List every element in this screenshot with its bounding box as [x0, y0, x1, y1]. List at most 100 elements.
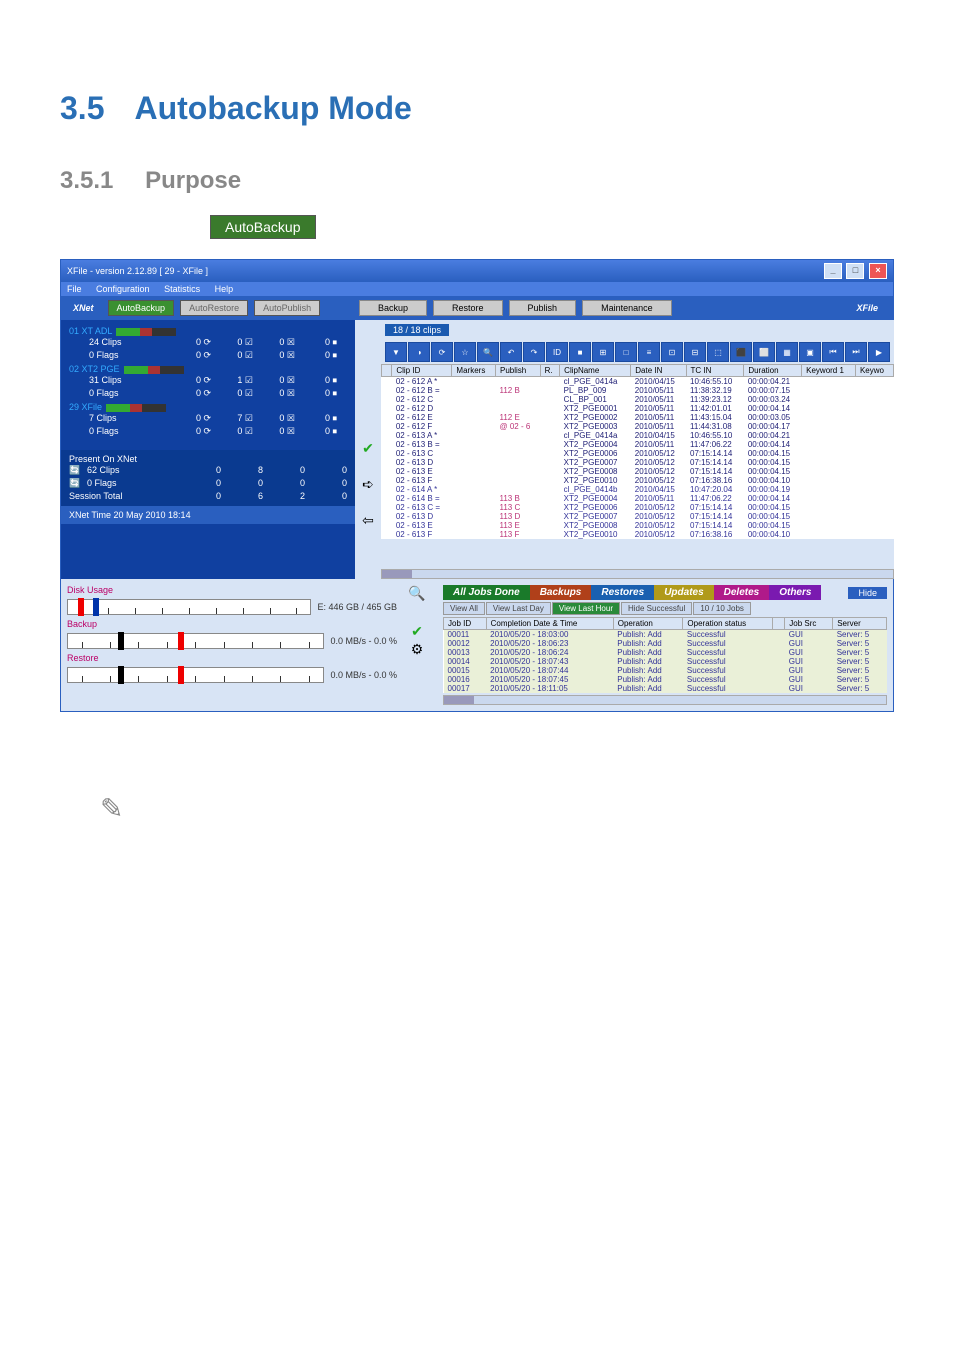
- job-col[interactable]: Operation status: [683, 618, 773, 630]
- filter-hide-success[interactable]: Hide Successful: [621, 602, 692, 615]
- job-row[interactable]: 000162010/05/20 - 18:07:45Publish: AddSu…: [444, 675, 887, 684]
- clip-row[interactable]: 02 - 612 A *cl_PGE_0414a2010/04/1510:46:…: [382, 377, 894, 387]
- clip-row[interactable]: 02 - 612 DXT2_PGE00012010/05/1111:42:01.…: [382, 404, 894, 413]
- tab-maintenance[interactable]: Maintenance: [582, 300, 672, 316]
- tab-autorestore[interactable]: AutoRestore: [180, 300, 248, 316]
- clip-row[interactable]: 02 - 613 DXT2_PGE00072010/05/1207:15:14.…: [382, 458, 894, 467]
- job-col[interactable]: Server: [833, 618, 887, 630]
- menu-help[interactable]: Help: [215, 284, 234, 294]
- clip-col[interactable]: Duration: [744, 365, 802, 377]
- tab-updates[interactable]: Updates: [654, 585, 713, 600]
- clip-row[interactable]: 02 - 614 B =113 BXT2_PGE00042010/05/1111…: [382, 494, 894, 503]
- job-row[interactable]: 000152010/05/20 - 18:07:44Publish: AddSu…: [444, 666, 887, 675]
- clip-col[interactable]: Markers: [452, 365, 496, 377]
- toolbar-icon[interactable]: ▼: [385, 342, 407, 362]
- menu-file[interactable]: File: [67, 284, 82, 294]
- job-col[interactable]: Operation: [613, 618, 683, 630]
- tab-restores[interactable]: Restores: [591, 585, 654, 600]
- clip-col[interactable]: TC IN: [686, 365, 744, 377]
- minimize-icon[interactable]: _: [824, 263, 842, 279]
- menu-statistics[interactable]: Statistics: [164, 284, 200, 294]
- clip-row[interactable]: 02 - 612 F@ 02 - 6XT2_PGE00032010/05/111…: [382, 422, 894, 431]
- clip-row[interactable]: 02 - 613 CXT2_PGE00062010/05/1207:15:14.…: [382, 449, 894, 458]
- toolbar-icon[interactable]: ■: [569, 342, 591, 362]
- toolbar-icon[interactable]: ↶: [500, 342, 522, 362]
- tab-backup[interactable]: Backup: [359, 300, 427, 316]
- jobs-scrollbar[interactable]: [443, 695, 887, 705]
- clip-row[interactable]: 02 - 612 CCL_BP_0012010/05/1111:39:23.12…: [382, 395, 894, 404]
- toolbar-icon[interactable]: ☆: [454, 342, 476, 362]
- clip-row[interactable]: 02 - 614 A *cl_PGE_0414b2010/04/1510:47:…: [382, 485, 894, 494]
- clip-row[interactable]: 02 - 613 A *cl_PGE_0414a2010/04/1510:46:…: [382, 431, 894, 440]
- job-row[interactable]: 000142010/05/20 - 18:07:43Publish: AddSu…: [444, 657, 887, 666]
- toolbar-icon[interactable]: ⬜: [753, 342, 775, 362]
- tab-others[interactable]: Others: [769, 585, 821, 600]
- clip-row[interactable]: 02 - 613 FXT2_PGE00102010/05/1207:16:38.…: [382, 476, 894, 485]
- clip-row[interactable]: 02 - 613 B =XT2_PGE00042010/05/1111:47:0…: [382, 440, 894, 449]
- server-node[interactable]: 01 XT ADL: [69, 326, 347, 336]
- clip-col[interactable]: Publish: [496, 365, 541, 377]
- filter-last-day[interactable]: View Last Day: [486, 602, 551, 615]
- toolbar-icon[interactable]: ↷: [523, 342, 545, 362]
- job-row[interactable]: 000112010/05/20 - 18:03:00Publish: AddSu…: [444, 630, 887, 640]
- filter-view-all[interactable]: View All: [443, 602, 485, 615]
- toolbar-icon[interactable]: ⏭: [845, 342, 867, 362]
- job-col[interactable]: Job ID: [444, 618, 487, 630]
- maximize-icon[interactable]: □: [846, 263, 864, 279]
- gear-icon[interactable]: ⚙: [407, 641, 427, 659]
- job-row[interactable]: 000132010/05/20 - 18:06:24Publish: AddSu…: [444, 648, 887, 657]
- tab-deletes[interactable]: Deletes: [714, 585, 770, 600]
- arrow-left-icon[interactable]: ⇦: [358, 512, 378, 530]
- titlebar[interactable]: XFile - version 2.12.89 [ 29 - XFile ] _…: [61, 260, 893, 282]
- clip-col[interactable]: [382, 365, 392, 377]
- clip-row[interactable]: 02 - 612 E112 EXT2_PGE00022010/05/1111:4…: [382, 413, 894, 422]
- job-row[interactable]: 000122010/05/20 - 18:06:23Publish: AddSu…: [444, 639, 887, 648]
- clip-row[interactable]: 02 - 613 EXT2_PGE00082010/05/1207:15:14.…: [382, 467, 894, 476]
- server-node[interactable]: 02 XT2 PGE: [69, 364, 347, 374]
- clip-row[interactable]: 02 - 613 F113 FXT2_PGE00102010/05/1207:1…: [382, 530, 894, 539]
- filter-last-hour[interactable]: View Last Hour: [552, 602, 620, 615]
- clip-col[interactable]: Date IN: [631, 365, 686, 377]
- toolbar-icon[interactable]: ▶: [868, 342, 890, 362]
- tab-publish[interactable]: Publish: [509, 300, 577, 316]
- toolbar-icon[interactable]: ▦: [776, 342, 798, 362]
- job-col[interactable]: Job Src: [785, 618, 833, 630]
- clip-col[interactable]: Keywo: [855, 365, 893, 377]
- clip-row[interactable]: 02 - 613 D113 DXT2_PGE00072010/05/1207:1…: [382, 512, 894, 521]
- close-icon[interactable]: ×: [869, 263, 887, 279]
- toolbar-icon[interactable]: ⬚: [707, 342, 729, 362]
- clip-row[interactable]: 02 - 613 E113 EXT2_PGE00082010/05/1207:1…: [382, 521, 894, 530]
- h-scrollbar[interactable]: [381, 569, 894, 579]
- clip-col[interactable]: ClipName: [560, 365, 631, 377]
- toolbar-icon[interactable]: ⬛: [730, 342, 752, 362]
- arrow-right-icon[interactable]: ➪: [358, 476, 378, 494]
- clip-row[interactable]: 02 - 613 C =113 CXT2_PGE00062010/05/1207…: [382, 503, 894, 512]
- clip-row[interactable]: 02 - 612 B =112 BPL_BP_0092010/05/1111:3…: [382, 386, 894, 395]
- toolbar-icon[interactable]: ▣: [799, 342, 821, 362]
- job-col[interactable]: [773, 618, 785, 630]
- magnify-icon[interactable]: 🔍: [407, 585, 427, 603]
- server-node[interactable]: 29 XFile: [69, 402, 347, 412]
- toolbar-icon[interactable]: 🔍: [477, 342, 499, 362]
- menu-configuration[interactable]: Configuration: [96, 284, 150, 294]
- tab-all-jobs[interactable]: All Jobs Done: [443, 585, 530, 600]
- job-row[interactable]: 000172010/05/20 - 18:11:05Publish: AddSu…: [444, 684, 887, 693]
- toolbar-icon[interactable]: ⟳: [431, 342, 453, 362]
- toolbar-icon[interactable]: ⏮: [822, 342, 844, 362]
- tab-autopublish[interactable]: AutoPublish: [254, 300, 320, 316]
- toolbar-icon[interactable]: ≡: [638, 342, 660, 362]
- clip-col[interactable]: Keyword 1: [802, 365, 856, 377]
- toolbar-icon[interactable]: ID: [546, 342, 568, 362]
- clip-col[interactable]: Clip ID: [392, 365, 452, 377]
- toolbar-icon[interactable]: □: [615, 342, 637, 362]
- clip-col[interactable]: R.: [540, 365, 560, 377]
- check-icon-2[interactable]: ✔: [407, 623, 427, 641]
- hide-button[interactable]: Hide: [848, 587, 887, 599]
- tab-restore[interactable]: Restore: [433, 300, 503, 316]
- check-icon[interactable]: ✔: [358, 440, 378, 458]
- toolbar-icon[interactable]: ⊟: [684, 342, 706, 362]
- job-col[interactable]: Completion Date & Time: [486, 618, 613, 630]
- toolbar-icon[interactable]: ⊞: [592, 342, 614, 362]
- tab-backups[interactable]: Backups: [530, 585, 592, 600]
- toolbar-icon[interactable]: ◑: [408, 342, 430, 362]
